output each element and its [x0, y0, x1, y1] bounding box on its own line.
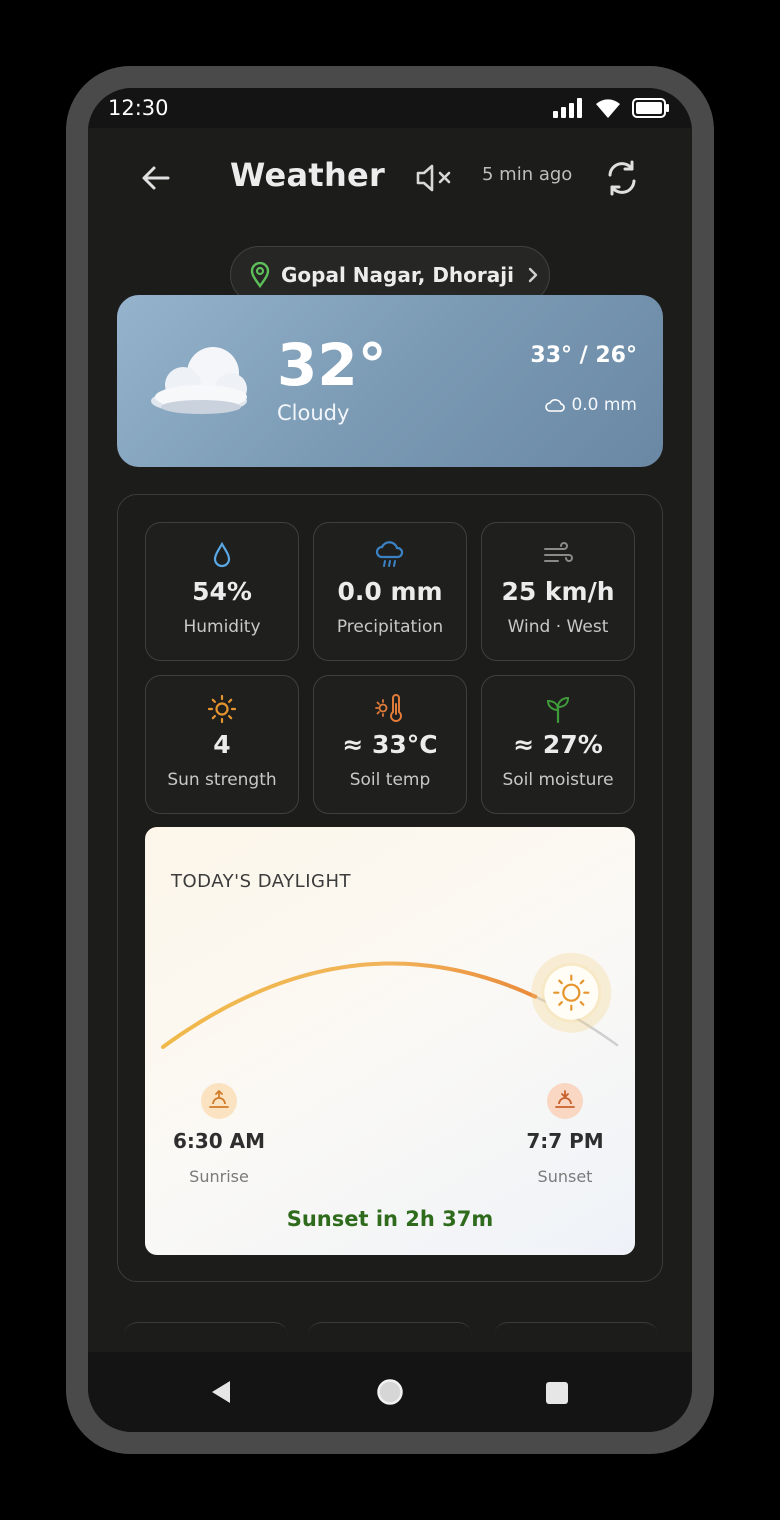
arc-elapsed [161, 961, 538, 1049]
location-pin-icon [250, 262, 270, 288]
sunset-label: Sunset [537, 1167, 593, 1186]
speaker-muted-icon [416, 164, 451, 192]
rain-value: 0.0 mm [571, 395, 637, 415]
arrow-left-icon [142, 166, 170, 190]
rain-amount: 0.0 mm [545, 395, 637, 415]
precipitation-label: Precipitation [336, 617, 444, 637]
rain-cloud-icon [375, 541, 404, 567]
nav-home-icon[interactable] [376, 1378, 404, 1406]
thermometer-sun-icon [375, 694, 402, 722]
battery-icon [632, 98, 669, 118]
soil-temp-value: ≈ 33°C [342, 730, 438, 759]
current-condition: Cloudy [277, 401, 350, 425]
status-time: 12:30 [108, 96, 169, 120]
refresh-button[interactable] [602, 158, 642, 198]
sun-strength-value: 4 [213, 730, 231, 759]
soil-moisture-value: ≈ 27% [513, 730, 603, 759]
app-bar: Weather 5 min ago [88, 128, 692, 228]
soil-moisture-tile[interactable]: ≈ 27% Soil moisture [481, 675, 635, 814]
next-card-peek-3 [494, 1322, 658, 1342]
sun-strength-label: Sun strength [167, 770, 277, 790]
soil-moisture-label: Soil moisture [502, 770, 614, 790]
chevron-right-icon [528, 267, 538, 283]
signal-icon [553, 98, 582, 118]
current-temperature: 32° [277, 331, 387, 399]
precipitation-tile[interactable]: 0.0 mm Precipitation [313, 522, 467, 661]
small-cloud-icon [545, 399, 566, 412]
wind-label: Wind · West [507, 617, 609, 637]
sunset-time: 7:7 PM [526, 1129, 604, 1153]
next-card-peek-2 [308, 1322, 472, 1342]
sunrise-time: 6:30 AM [172, 1129, 266, 1153]
droplet-icon [213, 541, 231, 568]
current-weather-card: 32° Cloudy 33° / 26° 0.0 mm [117, 295, 663, 467]
precipitation-value: 0.0 mm [337, 577, 443, 606]
mute-button[interactable] [414, 160, 458, 196]
humidity-value: 54% [192, 577, 252, 606]
screen: 12:30 Weather 5 min ago Gopal Nagar, Dho… [88, 88, 692, 1432]
status-icons [552, 97, 670, 119]
cloud-icon [151, 347, 247, 414]
sun-strength-tile[interactable]: 4 Sun strength [145, 675, 299, 814]
sunrise-icon [201, 1083, 237, 1119]
phone-frame: 12:30 Weather 5 min ago Gopal Nagar, Dho… [66, 66, 714, 1454]
page-title: Weather [230, 156, 386, 194]
humidity-label: Humidity [183, 617, 261, 637]
weather-details-panel: 54% Humidity 0.0 mm Precipitation 25 km/… [117, 494, 663, 1282]
humidity-tile[interactable]: 54% Humidity [145, 522, 299, 661]
daylight-arc [161, 952, 619, 1049]
soil-temp-label: Soil temp [349, 770, 431, 790]
wifi-icon [596, 99, 620, 118]
nav-back-icon[interactable] [208, 1378, 234, 1406]
last-updated: 5 min ago [482, 164, 573, 185]
wind-value: 25 km/h [501, 577, 615, 606]
wind-icon [544, 542, 573, 562]
wind-tile[interactable]: 25 km/h Wind · West [481, 522, 635, 661]
sprout-icon [546, 696, 570, 724]
back-button[interactable] [136, 158, 176, 198]
high-low-temperature: 33° / 26° [530, 343, 637, 368]
system-nav-bar [88, 1352, 692, 1432]
sunset-countdown: Sunset in 2h 37m [286, 1207, 494, 1231]
sun-icon [207, 694, 237, 724]
daylight-card: TODAY'S DAYLIGHT 6:30 AM Sunrise 7:7 PM … [145, 827, 635, 1255]
sunrise-label: Sunrise [189, 1167, 249, 1186]
location-name: Gopal Nagar, Dhoraji [281, 263, 514, 287]
sunset-icon [547, 1083, 583, 1119]
nav-recents-icon[interactable] [544, 1380, 570, 1406]
refresh-icon [608, 160, 636, 196]
next-card-peek-1 [124, 1322, 288, 1342]
status-bar: 12:30 [88, 88, 692, 128]
sun-position-marker [531, 952, 612, 1033]
soil-temp-tile[interactable]: ≈ 33°C Soil temp [313, 675, 467, 814]
